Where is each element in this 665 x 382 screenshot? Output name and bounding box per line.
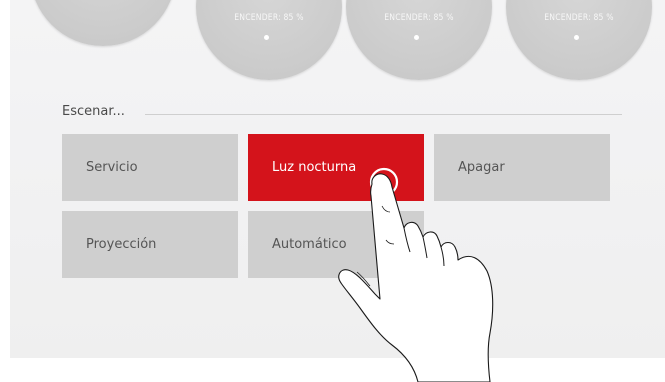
dial-indicator-dot (574, 35, 579, 40)
dial-status-label: ENCENDER: 85 % (234, 13, 304, 23)
scene-button-apagar[interactable]: Apagar (434, 134, 610, 201)
dial-status-label: ENCENDER: 85 % (544, 13, 614, 23)
dial-indicator-dot (414, 35, 419, 40)
scenes-section-title: Escenar... (62, 104, 125, 119)
scene-button-label: Proyección (86, 237, 157, 252)
scene-button-proyeccion[interactable]: Proyección (62, 211, 238, 278)
section-divider (145, 114, 622, 115)
control-panel-screen: ENCENDER: 85 % ENCENDER: 85 % ENCENDER: … (10, 0, 665, 358)
light-dial-4[interactable]: ENCENDER: 85 % (506, 0, 652, 80)
scene-button-servicio[interactable]: Servicio (62, 134, 238, 201)
scene-button-label: Apagar (458, 160, 505, 175)
scene-button-label: Automático (272, 237, 347, 252)
light-dial-1[interactable] (30, 0, 176, 46)
scene-button-automatico[interactable]: Automático (248, 211, 424, 278)
dial-status-label: ENCENDER: 85 % (384, 13, 454, 23)
dial-indicator-dot (264, 35, 269, 40)
scene-button-label: Luz nocturna (272, 160, 357, 175)
scene-button-luz-nocturna[interactable]: Luz nocturna (248, 134, 424, 201)
scene-button-label: Servicio (86, 160, 138, 175)
light-dial-2[interactable]: ENCENDER: 85 % (196, 0, 342, 80)
light-dial-3[interactable]: ENCENDER: 85 % (346, 0, 492, 80)
